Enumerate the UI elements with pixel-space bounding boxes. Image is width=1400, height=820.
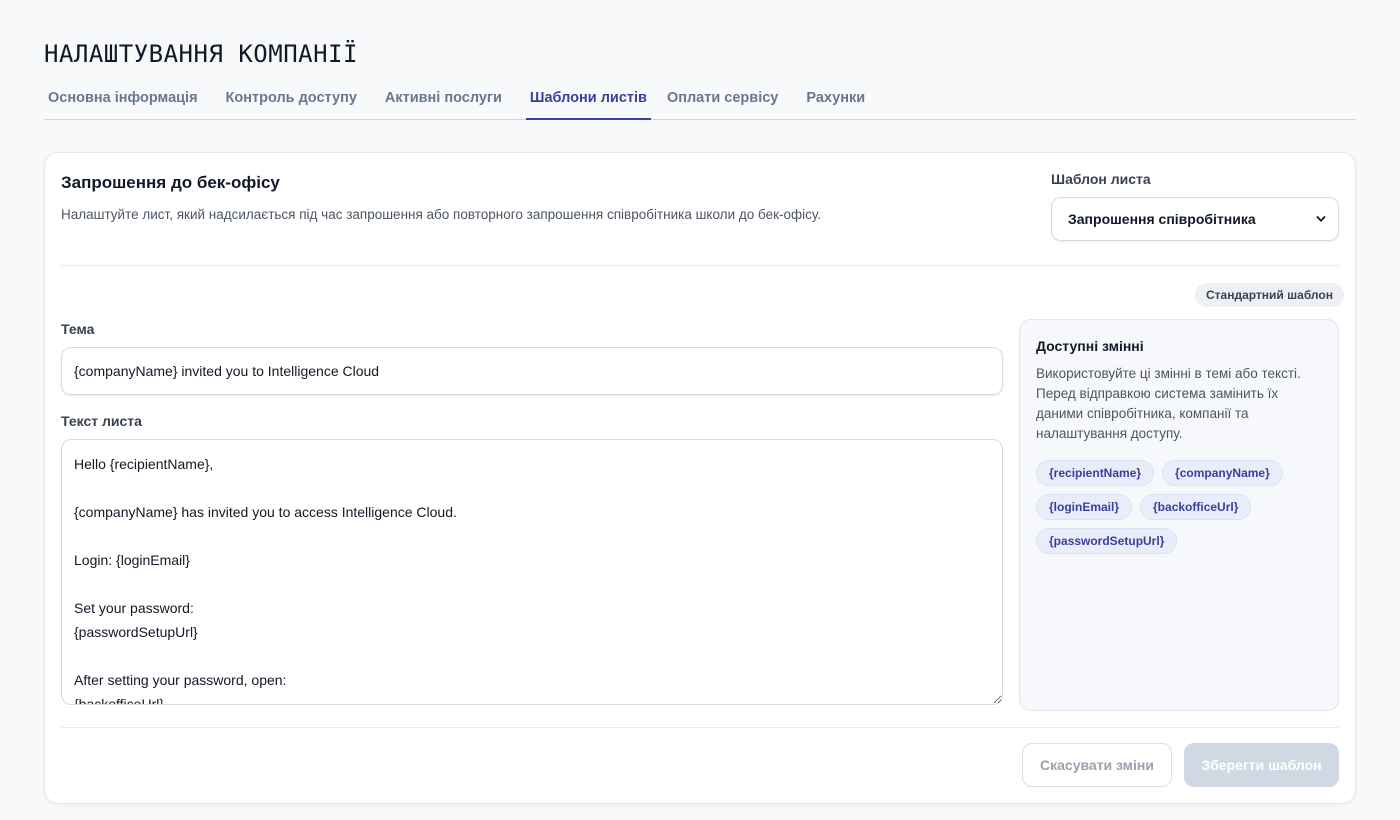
variables-description: Використовуйте ці змінні в темі або текс… [1036,366,1301,441]
variable-chip-companyName[interactable]: {companyName} [1162,460,1283,486]
tab-active-services[interactable]: Активні послуги [381,80,514,120]
variable-chip-passwordSetupUrl[interactable]: {passwordSetupUrl} [1036,528,1178,554]
card-title: Запрошення до бек-офісу [61,173,280,192]
card-description: Налаштуйте лист, який надсилається під ч… [61,207,821,222]
template-select[interactable]: Запрошення співробітника [1051,197,1339,241]
template-select-value: Запрошення співробітника [1068,211,1256,227]
subject-input[interactable] [61,347,1003,395]
divider [61,265,1339,266]
page-title: НАЛАШТУВАННЯ КОМПАНІЇ [44,40,358,68]
chevron-down-icon [1316,216,1326,222]
body-textarea[interactable]: Hello {recipientName}, {companyName} has… [61,439,1003,705]
standard-template-badge: Стандартний шаблон [1195,283,1344,307]
variables-panel: Доступні змінні Використовуйте ці змінні… [1019,319,1339,711]
tab-access-control[interactable]: Контроль доступу [222,80,369,120]
template-card: Запрошення до бек-офісу Налаштуйте лист,… [44,152,1356,804]
tab-main-info[interactable]: Основна інформація [44,80,210,120]
divider [61,727,1339,728]
tab-service-payments[interactable]: Оплати сервісу [663,80,790,120]
variable-chip-backofficeUrl[interactable]: {backofficeUrl} [1140,494,1252,520]
cancel-button[interactable]: Скасувати зміни [1022,743,1172,787]
body-label: Текст листа [61,413,142,429]
tab-invoices[interactable]: Рахунки [802,80,877,120]
variable-chip-loginEmail[interactable]: {loginEmail} [1036,494,1133,520]
variables-list: {recipientName} {companyName} {loginEmai… [1036,460,1322,554]
variable-chip-recipientName[interactable]: {recipientName} [1036,460,1155,486]
variables-title: Доступні змінні [1036,338,1144,354]
tab-email-templates[interactable]: Шаблони листів [525,80,651,120]
save-template-button[interactable]: Зберегти шаблон [1184,743,1339,787]
subject-label: Тема [61,321,95,337]
tab-bar: Основна інформація Контроль доступу Акти… [44,80,1356,120]
template-select-label: Шаблон листа [1051,171,1151,187]
